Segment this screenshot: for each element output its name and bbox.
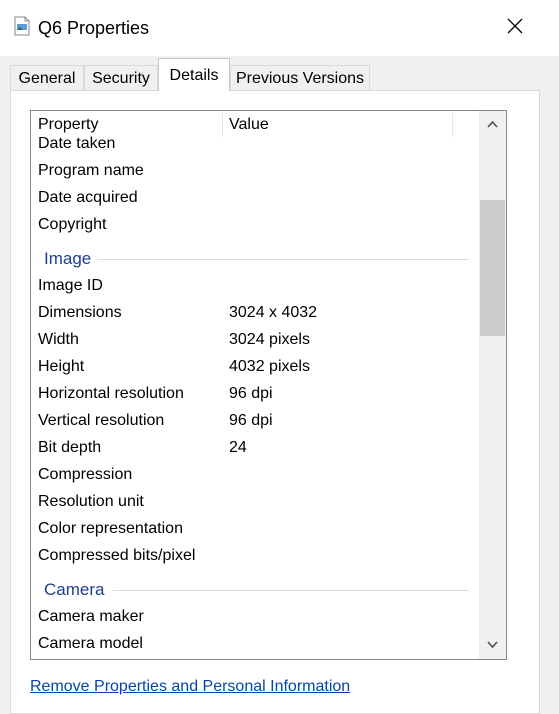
property-value: 3024 pixels bbox=[229, 331, 310, 348]
list-row-width[interactable]: Width 3024 pixels bbox=[31, 327, 479, 354]
property-label: Height bbox=[38, 358, 85, 375]
property-value: 96 dpi bbox=[229, 385, 273, 402]
group-divider bbox=[113, 590, 469, 591]
property-label: Compressed bits/pixel bbox=[38, 547, 196, 564]
list-row-vertical-resolution[interactable]: Vertical resolution 96 dpi bbox=[31, 408, 479, 435]
property-label: Camera model bbox=[38, 635, 143, 652]
list-row-compressed-bits-pixel[interactable]: Compressed bits/pixel bbox=[31, 543, 479, 570]
property-label: Compression bbox=[38, 466, 133, 483]
list-row-horizontal-resolution[interactable]: Horizontal resolution 96 dpi bbox=[31, 381, 479, 408]
list-row-dimensions[interactable]: Dimensions 3024 x 4032 bbox=[31, 300, 479, 327]
group-header-camera: Camera bbox=[31, 574, 479, 604]
list-row-image-id[interactable]: Image ID bbox=[31, 273, 479, 300]
property-value: 4032 pixels bbox=[229, 358, 310, 375]
property-value: 3024 x 4032 bbox=[229, 304, 318, 321]
group-header-image: Image bbox=[31, 243, 479, 273]
list-row-compression[interactable]: Compression bbox=[31, 462, 479, 489]
property-label: Color representation bbox=[38, 520, 183, 537]
scroll-up-button[interactable] bbox=[479, 111, 506, 138]
property-label: Image ID bbox=[38, 277, 103, 294]
property-label: Horizontal resolution bbox=[38, 385, 184, 402]
chevron-down-icon bbox=[487, 641, 498, 649]
property-label: Copyright bbox=[38, 216, 107, 233]
close-icon bbox=[507, 18, 523, 34]
scroll-down-button[interactable] bbox=[479, 632, 506, 659]
property-label: Bit depth bbox=[38, 439, 102, 456]
list-row-date-taken[interactable]: Date taken bbox=[31, 131, 479, 158]
property-label: Dimensions bbox=[38, 304, 122, 321]
list-row-date-acquired[interactable]: Date acquired bbox=[31, 185, 479, 212]
window-title: Q6 Properties bbox=[38, 18, 150, 38]
list-row-resolution-unit[interactable]: Resolution unit bbox=[31, 489, 479, 516]
close-button[interactable] bbox=[490, 4, 540, 48]
list-row-bit-depth[interactable]: Bit depth 24 bbox=[31, 435, 479, 462]
title-bar: Q6 Properties bbox=[0, 0, 559, 56]
tab-details[interactable]: Details bbox=[158, 58, 230, 91]
tab-previous-versions[interactable]: Previous Versions bbox=[230, 65, 370, 90]
property-value: 96 dpi bbox=[229, 412, 273, 429]
property-list[interactable]: Property Value Date taken Program name D… bbox=[30, 110, 507, 660]
property-value: 24 bbox=[229, 439, 247, 456]
property-label: Date acquired bbox=[38, 189, 138, 206]
property-label: Camera maker bbox=[38, 608, 144, 625]
scrollbar-thumb[interactable] bbox=[480, 200, 505, 336]
chevron-up-icon bbox=[487, 120, 498, 128]
list-row-copyright[interactable]: Copyright bbox=[31, 212, 479, 239]
group-divider bbox=[97, 259, 469, 260]
property-label: Date taken bbox=[38, 135, 116, 152]
list-row-program-name[interactable]: Program name bbox=[31, 158, 479, 185]
list-row-height[interactable]: Height 4032 pixels bbox=[31, 354, 479, 381]
property-label: Program name bbox=[38, 162, 144, 179]
list-row-camera-maker[interactable]: Camera maker bbox=[31, 604, 479, 631]
tab-general[interactable]: General bbox=[10, 65, 84, 90]
group-label: Camera bbox=[44, 580, 105, 599]
list-row-color-representation[interactable]: Color representation bbox=[31, 516, 479, 543]
tab-security[interactable]: Security bbox=[84, 65, 158, 90]
remove-properties-link[interactable]: Remove Properties and Personal Informati… bbox=[30, 678, 350, 696]
property-label: Resolution unit bbox=[38, 493, 144, 510]
property-label: Vertical resolution bbox=[38, 412, 165, 429]
file-icon bbox=[14, 16, 30, 36]
property-label: Width bbox=[38, 331, 79, 348]
group-label: Image bbox=[44, 249, 92, 268]
vertical-scrollbar[interactable] bbox=[479, 111, 506, 659]
list-row-camera-model[interactable]: Camera model bbox=[31, 631, 479, 658]
